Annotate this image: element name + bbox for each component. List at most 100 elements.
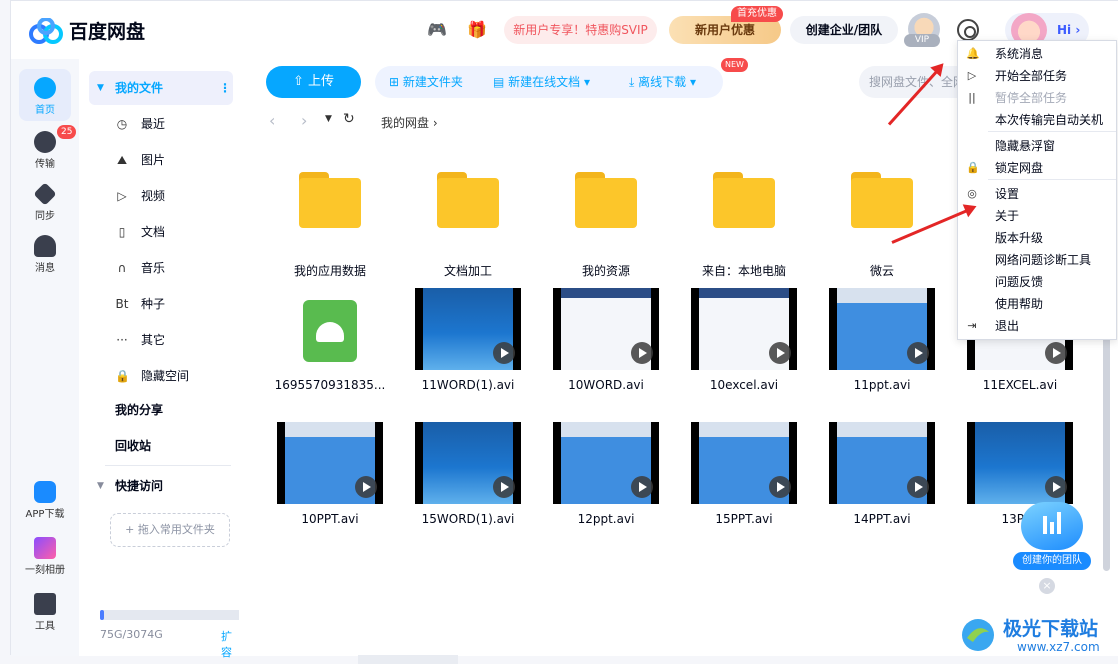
video-thumbnail (829, 422, 935, 504)
menu-item-9[interactable]: 网络问题诊断工具 (995, 249, 1091, 271)
sidebar-item-0[interactable]: ◷ 最近 (89, 107, 233, 141)
watermark: 极光下载站 www.xz7.com (955, 610, 1115, 658)
file-item[interactable]: 来自：本地电脑 (689, 164, 799, 294)
sidebar-item-5[interactable]: Bt 种子 (89, 287, 233, 321)
menu-item-1[interactable]: 开始全部任务 (995, 65, 1067, 87)
offline-download-button[interactable]: ⤓ 离线下载 ▾ (629, 66, 696, 98)
nav-sync[interactable]: 同步 (19, 175, 71, 227)
sidebar-item-6[interactable]: ··· 其它 (89, 323, 233, 357)
sidebar-my-files[interactable]: ▼ 我的文件 ⋮ (89, 71, 233, 105)
play-icon: ▷ (967, 69, 977, 82)
file-item[interactable]: 15WORD(1).avi (413, 422, 523, 552)
menu-separator (988, 179, 1116, 180)
menu-item-0[interactable]: 系统消息 (995, 43, 1043, 65)
nav-tools[interactable]: 工具 (19, 585, 71, 637)
play-icon (631, 342, 653, 364)
settings-gear-icon[interactable] (957, 19, 979, 41)
new-folder-label: 新建文件夹 (402, 75, 463, 89)
offline-download-label: 离线下载 (638, 75, 687, 89)
file-item[interactable]: 11ppt.avi (827, 288, 937, 418)
new-online-doc-button[interactable]: ▤ 新建在线文档 ▾ (493, 66, 590, 98)
sidebar-quick-access-label: 快捷访问 (115, 479, 164, 493)
menu-item-11[interactable]: 使用帮助 (995, 293, 1043, 315)
sidebar-item-1[interactable]: ⛰ 图片 (89, 143, 233, 177)
back-arrow-icon[interactable]: ‹ (269, 111, 275, 130)
file-item[interactable]: 10PPT.avi (275, 422, 385, 552)
close-float-icon[interactable]: × (1039, 578, 1055, 594)
refresh-icon[interactable]: ↻ (343, 111, 355, 127)
sidebar-item-4[interactable]: ∩ 音乐 (89, 251, 233, 285)
svip-promo-button[interactable]: 新用户专享！特惠购SVIP (504, 16, 657, 44)
file-item[interactable]: 我的应用数据 (275, 164, 385, 294)
toolbar: ⊞ 新建文件夹 ▤ 新建在线文档 ▾ ⤓ 离线下载 ▾ NEW (375, 58, 748, 98)
quick-access-drop-zone[interactable]: + 拖入常用文件夹 (110, 513, 230, 547)
team-chart-icon (1021, 502, 1083, 550)
upload-button[interactable]: ⇧ 上传 (266, 66, 361, 98)
clock-icon: ◷ (116, 117, 128, 131)
file-name: 11ppt.avi (853, 378, 911, 392)
menu-item-7[interactable]: 关于 (995, 205, 1019, 227)
menu-item-8[interactable]: 版本升级 (995, 227, 1043, 249)
create-team-label: 创建你的团队 (1013, 552, 1091, 570)
nav-album[interactable]: 一刻相册 (19, 529, 71, 581)
file-item[interactable]: 10excel.avi (689, 288, 799, 418)
file-item[interactable]: 1695570931835... (275, 288, 385, 418)
nav-album-label: 一刻相册 (25, 565, 65, 576)
menu-item-5[interactable]: 锁定网盘 (995, 157, 1043, 179)
nav-home[interactable]: 首页 (19, 69, 71, 121)
create-enterprise-button[interactable]: 创建企业/团队 (790, 16, 898, 44)
file-item[interactable]: 12ppt.avi (551, 422, 661, 552)
nav-home-label: 首页 (35, 105, 55, 116)
nav-app-download-label: APP下载 (25, 509, 65, 520)
nav-app-download[interactable]: APP下载 (19, 473, 71, 525)
sidebar-item-7[interactable]: 🔒 隐藏空间 (89, 359, 233, 393)
file-name: 11EXCEL.avi (982, 378, 1058, 392)
file-name: 10PPT.avi (301, 512, 359, 526)
file-item[interactable]: 文档加工 (413, 164, 523, 294)
file-item[interactable]: 14PPT.avi (827, 422, 937, 552)
breadcrumb-root[interactable]: 我的网盘 › (381, 114, 438, 131)
left-nav: 首页 传输 25 同步 消息 APP下载 一刻相册 工具 (11, 59, 79, 656)
sidebar-quick-access[interactable]: ▼ 快捷访问 (89, 469, 233, 503)
menu-item-2: 暂停全部任务 (995, 91, 1068, 105)
file-item[interactable]: 我的资源 (551, 164, 661, 294)
nav-message[interactable]: 消息 (19, 227, 71, 279)
file-name: 1695570931835... (274, 378, 386, 392)
menu-item-3[interactable]: 本次传输完自动关机 (995, 109, 1103, 131)
forward-arrow-icon[interactable]: › (301, 111, 307, 130)
sidebar-recycle-bin[interactable]: 回收站 (89, 429, 233, 463)
expand-storage-link[interactable]: 扩容 (221, 628, 239, 660)
video-thumbnail (967, 422, 1073, 504)
transfer-icon (34, 131, 56, 153)
menu-item-4[interactable]: 隐藏悬浮窗 (995, 135, 1055, 157)
first-charge-badge: 首充优惠 (731, 6, 783, 22)
history-dropdown-icon[interactable]: ▼ (325, 114, 332, 124)
sidebar-item-2[interactable]: ▷ 视频 (89, 179, 233, 213)
file-item[interactable]: 10WORD.avi (551, 288, 661, 418)
play-icon (1045, 342, 1067, 364)
caret-down-icon: ▼ (97, 83, 104, 93)
file-item[interactable]: 11WORD(1).avi (413, 288, 523, 418)
nav-sync-label: 同步 (35, 211, 55, 222)
more-vertical-icon[interactable]: ⋮ (219, 71, 231, 105)
play-icon (631, 476, 653, 498)
menu-item-6[interactable]: 设置 (995, 183, 1019, 205)
file-item[interactable]: 15PPT.avi (689, 422, 799, 552)
folder-icon (293, 172, 367, 228)
watermark-url: www.xz7.com (1017, 640, 1100, 654)
storage-text: 75G/3074G (100, 628, 163, 641)
video-thumbnail (829, 288, 935, 370)
file-name: 12ppt.avi (577, 512, 635, 526)
new-folder-button[interactable]: ⊞ 新建文件夹 (389, 66, 463, 98)
gamepad-icon[interactable]: 🎮 (427, 20, 447, 40)
watermark-title: 极光下载站 (1003, 618, 1099, 640)
video-thumbnail (415, 422, 521, 504)
gift-icon[interactable]: 🎁 (467, 20, 487, 40)
video-thumbnail (691, 288, 797, 370)
sidebar-item-3[interactable]: ▯ 文档 (89, 215, 233, 249)
menu-item-10[interactable]: 问题反馈 (995, 271, 1043, 293)
nav-transfer[interactable]: 传输 25 (19, 123, 77, 175)
create-team-float[interactable]: 创建你的团队 (1013, 500, 1091, 574)
menu-item-12[interactable]: 退出 (995, 315, 1019, 337)
sidebar-my-share[interactable]: 我的分享 (89, 393, 233, 427)
